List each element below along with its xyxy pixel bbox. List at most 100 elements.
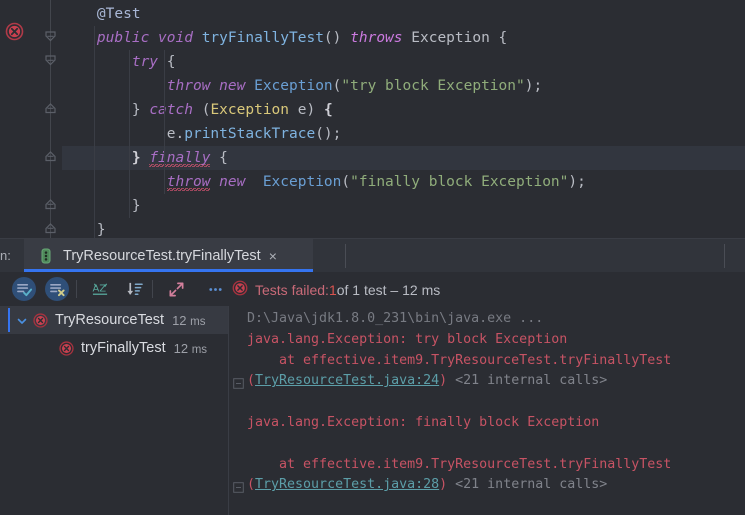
test-session-tab-label: TryResourceTest.tryFinallyTest [63, 247, 261, 264]
code-editor: @Test public void tryFinallyTest() throw… [0, 0, 745, 238]
console-segment: at effective.item9.TryResourceTest.tryFi… [247, 352, 672, 368]
code-token: "try block Exception" [341, 78, 525, 94]
code-token: } [131, 198, 141, 214]
tree-row-duration: 12 ms [173, 340, 208, 356]
code-token: ( [341, 174, 351, 190]
tabbar-separator [345, 244, 346, 268]
code-token: } [96, 222, 106, 238]
console-line: java.lang.Exception: try block Exception [247, 330, 671, 351]
console-fold-icon[interactable] [233, 376, 244, 390]
sort-alphabetically-button[interactable]: AZ [88, 277, 112, 301]
toolbar-separator [76, 280, 77, 298]
fold-collapse-icon[interactable] [43, 29, 58, 44]
console-segment: java.lang.Exception: try block Exception [247, 331, 568, 347]
status-prefix: Tests failed: [255, 281, 329, 298]
console-line: (TryResourceTest.java:24) <21 internal c… [247, 371, 671, 392]
show-passed-toggle[interactable] [12, 277, 36, 301]
console-segment: java.lang.Exception: finally block Excep… [247, 414, 600, 430]
close-icon[interactable]: × [269, 249, 277, 263]
indent-guide [93, 26, 95, 238]
code-token: new [219, 174, 246, 190]
code-token: ( [192, 102, 211, 118]
code-token: throws [350, 30, 403, 46]
test-console-output[interactable]: D:\Java\jdk1.8.0_231\bin\java.exe ... jav… [229, 306, 745, 515]
expand-all-button[interactable] [164, 277, 188, 301]
tree-row-duration: 12 ms [172, 312, 206, 328]
error-circle-icon [232, 280, 248, 299]
tree-row-label: tryFinallyTest [81, 340, 166, 356]
code-token: (); [315, 126, 342, 142]
editor-gutter [0, 0, 62, 238]
code-token: e [166, 126, 176, 142]
run-test-failed-icon[interactable] [5, 22, 24, 41]
code-line: } [62, 218, 586, 238]
fold-region-icon[interactable] [43, 221, 58, 236]
tree-row[interactable]: tryFinallyTest 12 ms [0, 334, 228, 362]
test-session-tab[interactable]: TryResourceTest.tryFinallyTest × [24, 239, 313, 272]
test-method-icon [39, 248, 53, 264]
source-code[interactable]: @Test public void tryFinallyTest() throw… [62, 2, 586, 238]
console-segment: ( [247, 373, 256, 389]
code-token: tryFinallyTest [201, 30, 324, 46]
code-token: "finally block Exception" [350, 174, 569, 190]
code-token: printStackTrace [184, 126, 316, 142]
console-segment: ( [247, 477, 256, 493]
code-token: } [131, 150, 141, 166]
indent-guide [163, 50, 165, 98]
code-token: { [158, 54, 176, 70]
console-line: D:\Java\jdk1.8.0_231\bin\java.exe ... [247, 309, 671, 330]
code-token: new [219, 78, 246, 94]
code-line: } [62, 194, 586, 218]
test-failed-icon [33, 312, 48, 328]
more-options-button[interactable] [203, 277, 227, 301]
stacktrace-link[interactable]: TryResourceTest.java:24 [255, 373, 439, 388]
code-token: { [210, 150, 228, 166]
console-segment: ) [439, 373, 456, 389]
code-folding-column[interactable] [40, 0, 62, 238]
fold-region-icon[interactable] [43, 197, 58, 212]
fold-region-icon[interactable] [43, 101, 58, 116]
code-line: throw new Exception("try block Exception… [62, 74, 586, 98]
fold-collapse-icon[interactable] [43, 53, 58, 68]
console-fold-icon[interactable] [233, 480, 244, 494]
console-gutter [229, 306, 249, 515]
code-token: { [323, 102, 333, 118]
indent-guide [163, 98, 165, 194]
stacktrace-link[interactable]: TryResourceTest.java:28 [255, 477, 439, 492]
code-token: public [96, 30, 150, 46]
fold-region-icon[interactable] [43, 149, 58, 164]
code-line: try { [62, 50, 586, 74]
console-segment: <21 internal calls> [455, 373, 608, 389]
toolbar-separator [152, 280, 153, 298]
code-line: @Test [62, 2, 586, 26]
code-token: throw [166, 174, 211, 191]
tree-row[interactable]: TryResourceTest 12 ms [0, 306, 228, 334]
code-line: e.printStackTrace(); [62, 122, 586, 146]
test-results-tree[interactable]: TryResourceTest 12 ms tryFinallyTest 12 ms [0, 306, 229, 515]
indent-guide [128, 50, 130, 218]
code-token: Exception [411, 30, 490, 46]
code-token: finally [149, 150, 211, 167]
run-tool-window-tabbar: n: TryResourceTest.tryFinallyTest × [0, 238, 745, 273]
code-token: Exception [254, 78, 333, 94]
chevron-down-icon[interactable] [16, 314, 28, 326]
console-segment: at effective.item9.TryResourceTest.tryFi… [247, 456, 672, 472]
code-token: . [175, 126, 185, 142]
test-failed-icon [59, 340, 74, 356]
code-token: () [323, 30, 351, 46]
console-segment: ) [439, 477, 456, 493]
hide-ignored-toggle[interactable] [45, 277, 69, 301]
code-line: } catch (Exception e) { [62, 98, 586, 122]
console-text: D:\Java\jdk1.8.0_231\bin\java.exe ... jav… [247, 309, 671, 496]
sort-by-duration-button[interactable] [122, 277, 146, 301]
code-token: catch [149, 102, 193, 118]
